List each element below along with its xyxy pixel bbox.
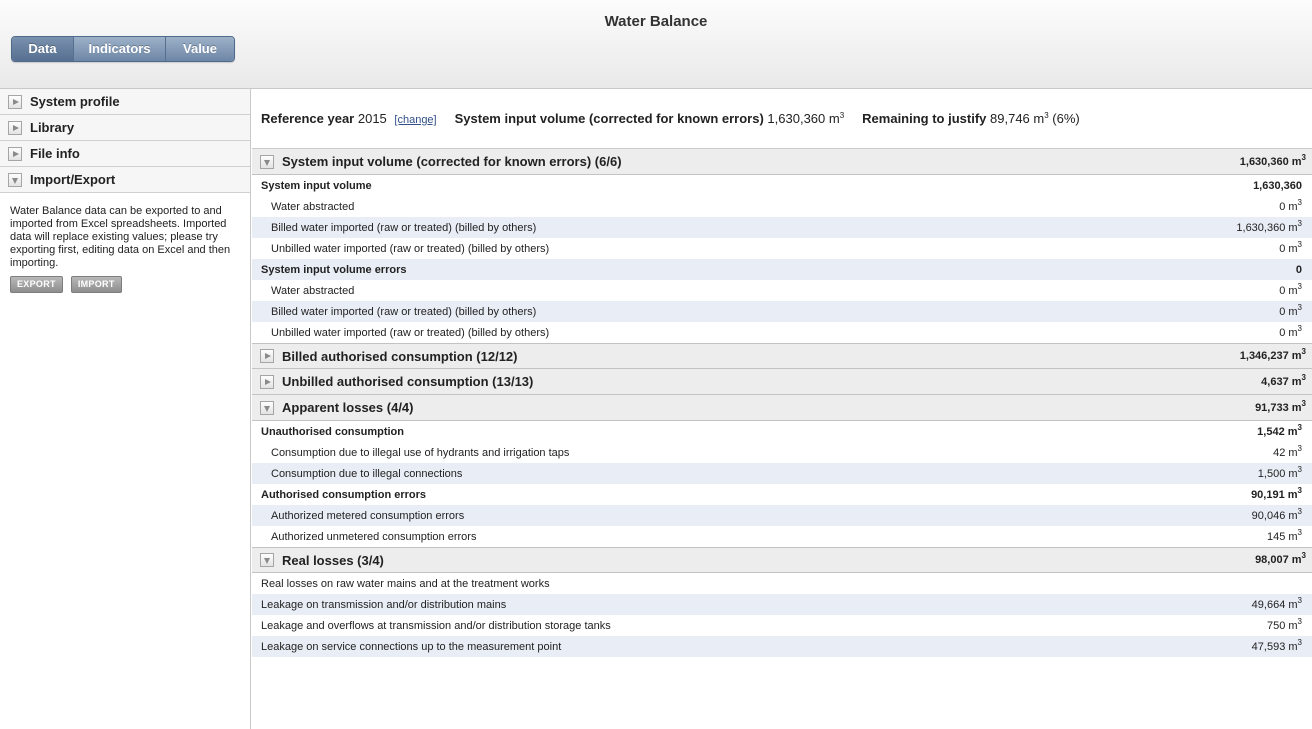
import-export-buttons: EXPORT IMPORT bbox=[0, 270, 250, 299]
unit-exponent: 3 bbox=[839, 111, 845, 120]
top-toolbar: Water Balance Data Indicators Value bbox=[0, 0, 1312, 89]
section-billed-authorised-consumption[interactable]: Billed authorised consumption (12/12) 1,… bbox=[252, 343, 1312, 369]
disclosure-triangle-down-icon[interactable] bbox=[260, 553, 274, 567]
table-row[interactable]: Billed water imported (raw or treated) (… bbox=[252, 217, 1312, 238]
table-row[interactable]: Real losses on raw water mains and at th… bbox=[252, 573, 1312, 594]
table-row[interactable]: Leakage on transmission and/or distribut… bbox=[252, 594, 1312, 615]
section-total: 1,346,237 m3 bbox=[1239, 347, 1306, 363]
table-row[interactable]: Consumption due to illegal use of hydran… bbox=[252, 442, 1312, 463]
disclosure-triangle-down-icon[interactable] bbox=[260, 154, 274, 169]
system-input-volume-summary: System input volume (corrected for known… bbox=[455, 111, 845, 126]
sidebar-item-label: Library bbox=[30, 120, 75, 135]
change-year-link[interactable]: [change] bbox=[394, 114, 436, 126]
section-title: Apparent losses (4/4) bbox=[282, 400, 414, 415]
reference-year: Reference year 2015 [change] bbox=[261, 111, 437, 126]
section-title: Billed authorised consumption (12/12) bbox=[282, 348, 518, 364]
siv-label: System input volume (corrected for known… bbox=[454, 111, 764, 126]
section-total: 1,630,360 m3 bbox=[1239, 152, 1306, 168]
sidebar: System profile Library File info Import/… bbox=[0, 89, 251, 729]
section-apparent-losses[interactable]: Apparent losses (4/4) 91,733 m3 bbox=[252, 395, 1312, 421]
tab-data[interactable]: Data bbox=[12, 37, 74, 61]
sidebar-item-library[interactable]: Library bbox=[0, 115, 250, 141]
section-total: 4,637 m3 bbox=[1261, 372, 1306, 388]
reference-year-value: 2015 bbox=[357, 111, 387, 126]
summary-bar: Reference year 2015 [change] System inpu… bbox=[252, 89, 1312, 149]
disclosure-triangle-right-icon[interactable] bbox=[8, 94, 22, 109]
disclosure-triangle-right-icon[interactable] bbox=[260, 374, 274, 389]
sidebar-item-label: System profile bbox=[30, 94, 120, 109]
siv-value: 1,630,360 m bbox=[767, 111, 840, 126]
table-row[interactable]: Authorized metered consumption errors 90… bbox=[252, 505, 1312, 526]
sidebar-item-label: Import/Export bbox=[30, 172, 116, 187]
remaining-value: 89,746 m bbox=[990, 111, 1045, 126]
table-row: Authorised consumption errors 90,191 m3 bbox=[261, 485, 1302, 501]
section-total: 91,733 m3 bbox=[1255, 398, 1306, 414]
table-row: System input volume 1,630,360 bbox=[261, 179, 1302, 192]
reference-year-label: Reference year bbox=[261, 111, 355, 126]
import-export-description: Water Balance data can be exported to an… bbox=[10, 205, 231, 269]
app-title: Water Balance bbox=[604, 13, 708, 30]
tab-indicators[interactable]: Indicators bbox=[74, 37, 166, 61]
table-row[interactable]: Billed water imported (raw or treated) (… bbox=[252, 301, 1312, 322]
table-row[interactable]: Leakage on service connections up to the… bbox=[252, 636, 1312, 657]
remaining-to-justify: Remaining to justify 89,746 m3 (6%) bbox=[862, 111, 1080, 126]
section-title: Unbilled authorised consumption (13/13) bbox=[282, 374, 534, 389]
main-panel: Reference year 2015 [change] System inpu… bbox=[252, 89, 1312, 729]
table-row[interactable]: Water abstracted 0 m3 bbox=[252, 196, 1312, 217]
disclosure-triangle-down-icon[interactable] bbox=[8, 172, 22, 187]
table-row[interactable]: Leakage and overflows at transmission an… bbox=[252, 615, 1312, 636]
view-switcher: Data Indicators Value bbox=[11, 36, 235, 62]
sidebar-item-file-info[interactable]: File info bbox=[0, 141, 250, 167]
section-title: System input volume (corrected for known… bbox=[282, 154, 622, 169]
section-title: Real losses (3/4) bbox=[282, 552, 384, 568]
table-row: Unauthorised consumption 1,542 m3 bbox=[261, 422, 1302, 438]
export-button[interactable]: EXPORT bbox=[10, 276, 63, 293]
section-real-losses[interactable]: Real losses (3/4) 98,007 m3 bbox=[252, 547, 1312, 573]
sidebar-item-system-profile[interactable]: System profile bbox=[0, 89, 250, 115]
section-total: 98,007 m3 bbox=[1255, 551, 1306, 567]
table-row[interactable]: Authorized unmetered consumption errors … bbox=[252, 526, 1312, 547]
disclosure-triangle-right-icon[interactable] bbox=[8, 120, 22, 135]
disclosure-triangle-down-icon[interactable] bbox=[260, 400, 274, 415]
table-row[interactable]: Water abstracted 0 m3 bbox=[252, 280, 1312, 301]
disclosure-triangle-right-icon[interactable] bbox=[8, 146, 22, 161]
sidebar-item-import-export[interactable]: Import/Export bbox=[0, 167, 250, 193]
remaining-percent: (6%) bbox=[1052, 111, 1080, 126]
table-row[interactable]: Consumption due to illegal connections 1… bbox=[252, 463, 1312, 484]
import-button[interactable]: IMPORT bbox=[70, 276, 122, 293]
remaining-label: Remaining to justify bbox=[862, 111, 987, 126]
table-row[interactable]: Unbilled water imported (raw or treated)… bbox=[252, 322, 1312, 343]
section-unbilled-authorised-consumption[interactable]: Unbilled authorised consumption (13/13) … bbox=[252, 369, 1312, 395]
sidebar-item-label: File info bbox=[30, 146, 80, 161]
section-system-input-volume[interactable]: System input volume (corrected for known… bbox=[252, 149, 1312, 175]
tab-value[interactable]: Value bbox=[166, 37, 234, 61]
table-row: System input volume errors 0 bbox=[252, 259, 1312, 280]
table-row[interactable]: Unbilled water imported (raw or treated)… bbox=[252, 238, 1312, 259]
unit-exponent: 3 bbox=[1044, 111, 1049, 120]
disclosure-triangle-right-icon[interactable] bbox=[260, 349, 274, 363]
